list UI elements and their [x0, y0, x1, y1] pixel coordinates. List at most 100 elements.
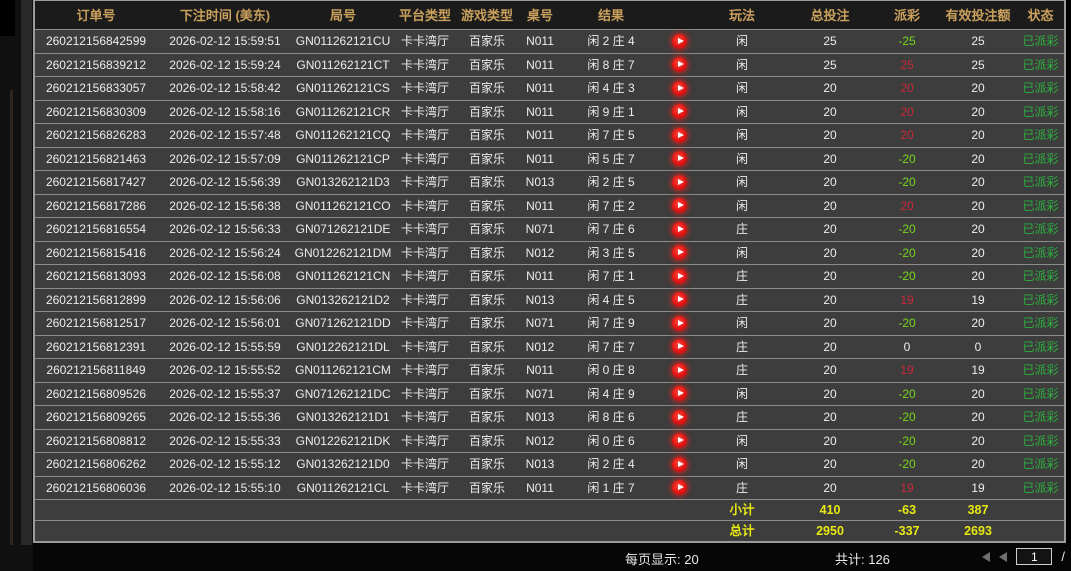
- replay-play-icon[interactable]: [672, 363, 687, 378]
- play-type-cell: 闲: [699, 59, 785, 71]
- replay-cell: [659, 363, 699, 378]
- prev-page-icon[interactable]: [999, 552, 1007, 562]
- bet-time-cell: 2026-02-12 15:56:39: [157, 176, 293, 188]
- table-row: 2602121568123912026-02-12 15:55:59GN0122…: [35, 335, 1064, 359]
- replay-play-icon[interactable]: [672, 269, 687, 284]
- status-cell: 已派彩: [1017, 247, 1064, 259]
- result-cell: 闲 8 庄 6: [563, 411, 659, 423]
- valid-bet-cell: 20: [939, 200, 1017, 212]
- platform-type-cell: 卡卡湾厅: [393, 247, 457, 259]
- play-type-cell: 庄: [699, 270, 785, 282]
- total-bet-cell: 20: [785, 294, 875, 306]
- status-cell: 已派彩: [1017, 200, 1064, 212]
- replay-play-icon[interactable]: [672, 339, 687, 354]
- table-row: 2602121568165542026-02-12 15:56:33GN0712…: [35, 217, 1064, 241]
- table-row: 2602121568130932026-02-12 15:56:08GN0112…: [35, 264, 1064, 288]
- payout-cell: -20: [875, 153, 939, 165]
- status-cell: 已派彩: [1017, 341, 1064, 353]
- round-number-cell: GN013262121D3: [293, 176, 393, 188]
- platform-type-cell: 卡卡湾厅: [393, 341, 457, 353]
- order-number-cell: 260212156811849: [35, 364, 157, 376]
- status-cell: 已派彩: [1017, 294, 1064, 306]
- replay-play-icon[interactable]: [672, 57, 687, 72]
- replay-play-icon[interactable]: [672, 81, 687, 96]
- replay-play-icon[interactable]: [672, 433, 687, 448]
- bet-history-screen: 订单号下注时间 (美东)局号平台类型游戏类型桌号结果玩法总投注派彩有效投注额状态…: [0, 0, 1071, 571]
- replay-cell: [659, 269, 699, 284]
- game-type-cell: 百家乐: [457, 153, 517, 165]
- valid-bet-cell: 20: [939, 458, 1017, 470]
- page-number-input[interactable]: [1016, 548, 1052, 565]
- replay-play-icon[interactable]: [672, 128, 687, 143]
- header-platform-type: 平台类型: [393, 9, 457, 22]
- order-number-cell: 260212156808812: [35, 435, 157, 447]
- table-row: 2602121568095262026-02-12 15:55:37GN0712…: [35, 382, 1064, 406]
- table-number-cell: N071: [517, 223, 563, 235]
- bet-time-cell: 2026-02-12 15:55:12: [157, 458, 293, 470]
- table-number-cell: N013: [517, 176, 563, 188]
- result-cell: 闲 4 庄 5: [563, 294, 659, 306]
- header-valid-bet: 有效投注额: [939, 9, 1017, 22]
- total-bet-cell: 20: [785, 82, 875, 94]
- replay-play-icon[interactable]: [672, 480, 687, 495]
- result-cell: 闲 7 庄 9: [563, 317, 659, 329]
- replay-play-icon[interactable]: [672, 175, 687, 190]
- platform-type-cell: 卡卡湾厅: [393, 364, 457, 376]
- bet-time-cell: 2026-02-12 15:56:38: [157, 200, 293, 212]
- valid-bet-cell: 20: [939, 153, 1017, 165]
- round-number-cell: GN013262121D2: [293, 294, 393, 306]
- replay-play-icon[interactable]: [672, 386, 687, 401]
- replay-play-icon[interactable]: [672, 151, 687, 166]
- order-number-cell: 260212156816554: [35, 223, 157, 235]
- game-type-cell: 百家乐: [457, 341, 517, 353]
- order-number-cell: 260212156809526: [35, 388, 157, 400]
- result-cell: 闲 0 庄 6: [563, 435, 659, 447]
- result-cell: 闲 0 庄 8: [563, 364, 659, 376]
- payout-cell: -20: [875, 411, 939, 423]
- replay-play-icon[interactable]: [672, 292, 687, 307]
- replay-play-icon[interactable]: [672, 198, 687, 213]
- first-page-icon[interactable]: [982, 552, 990, 562]
- result-cell: 闲 9 庄 1: [563, 106, 659, 118]
- valid-bet-cell: 20: [939, 317, 1017, 329]
- order-number-cell: 260212156826283: [35, 129, 157, 141]
- bet-time-cell: 2026-02-12 15:55:59: [157, 341, 293, 353]
- table-row: 2602121568425992026-02-12 15:59:51GN0112…: [35, 29, 1064, 53]
- bet-time-cell: 2026-02-12 15:55:52: [157, 364, 293, 376]
- status-cell: 已派彩: [1017, 82, 1064, 94]
- status-cell: 已派彩: [1017, 129, 1064, 141]
- replay-play-icon[interactable]: [672, 457, 687, 472]
- bet-time-cell: 2026-02-12 15:56:33: [157, 223, 293, 235]
- table-number-cell: N012: [517, 341, 563, 353]
- result-cell: 闲 8 庄 7: [563, 59, 659, 71]
- left-edge-notch: [0, 0, 15, 36]
- replay-play-icon[interactable]: [672, 222, 687, 237]
- table-body: 2602121568425992026-02-12 15:59:51GN0112…: [35, 29, 1064, 499]
- platform-type-cell: 卡卡湾厅: [393, 482, 457, 494]
- replay-play-icon[interactable]: [672, 316, 687, 331]
- game-type-cell: 百家乐: [457, 223, 517, 235]
- replay-play-icon[interactable]: [672, 410, 687, 425]
- replay-cell: [659, 198, 699, 213]
- replay-play-icon[interactable]: [672, 34, 687, 49]
- table-number-cell: N013: [517, 458, 563, 470]
- table-row: 2602121568125172026-02-12 15:56:01GN0712…: [35, 311, 1064, 335]
- bet-time-cell: 2026-02-12 15:55:36: [157, 411, 293, 423]
- game-type-cell: 百家乐: [457, 294, 517, 306]
- replay-cell: [659, 222, 699, 237]
- replay-cell: [659, 151, 699, 166]
- game-type-cell: 百家乐: [457, 59, 517, 71]
- payout-cell: 20: [875, 82, 939, 94]
- payout-cell: 19: [875, 482, 939, 494]
- bet-time-cell: 2026-02-12 15:55:37: [157, 388, 293, 400]
- replay-play-icon[interactable]: [672, 245, 687, 260]
- replay-play-icon[interactable]: [672, 104, 687, 119]
- total-bet-cell: 20: [785, 482, 875, 494]
- replay-cell: [659, 104, 699, 119]
- play-type-cell: 闲: [699, 106, 785, 118]
- bet-time-cell: 2026-02-12 15:55:33: [157, 435, 293, 447]
- total-bet-cell: 20: [785, 153, 875, 165]
- table-number-cell: N011: [517, 106, 563, 118]
- bet-time-cell: 2026-02-12 15:56:06: [157, 294, 293, 306]
- table-row: 2602121568154162026-02-12 15:56:24GN0122…: [35, 241, 1064, 265]
